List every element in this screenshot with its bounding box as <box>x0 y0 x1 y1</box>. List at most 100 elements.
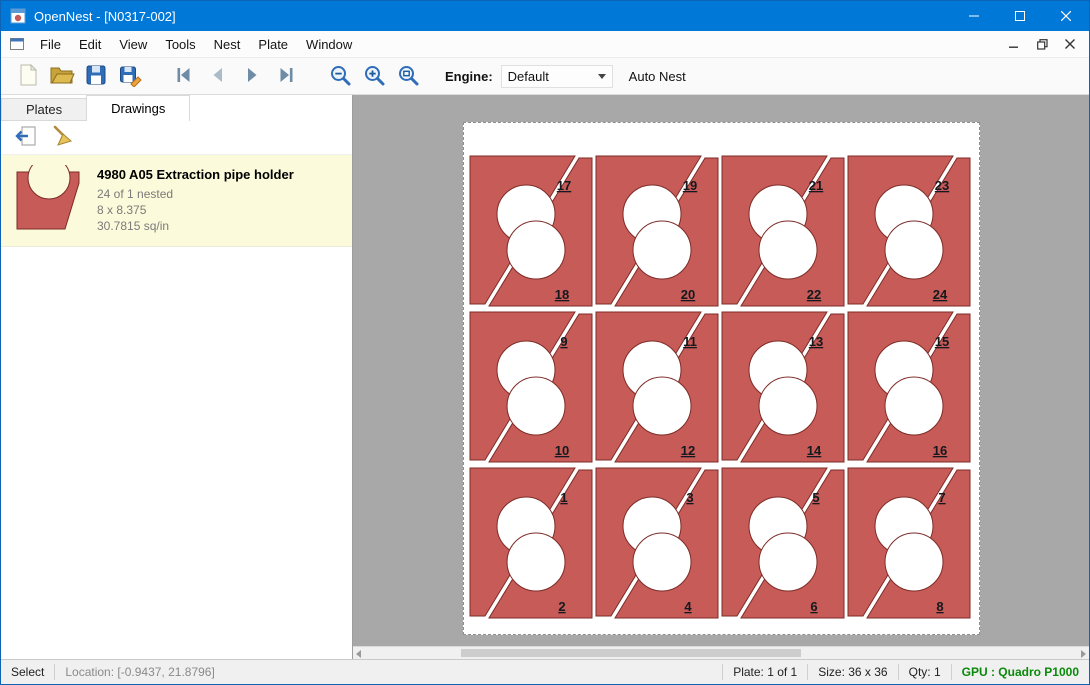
maximize-button[interactable] <box>997 1 1043 31</box>
nest-pair[interactable]: 1920 <box>596 156 718 306</box>
part-number-label: 23 <box>935 178 949 193</box>
part-number-label: 24 <box>933 287 948 302</box>
menu-bar: File Edit View Tools Nest Plate Window <box>1 31 1089 57</box>
mdi-minimize-button[interactable] <box>1001 34 1027 54</box>
first-plate-button[interactable] <box>167 61 201 91</box>
status-gpu: GPU : Quadro P1000 <box>952 665 1089 679</box>
drawing-nested-count: 24 of 1 nested <box>97 186 294 202</box>
zoom-fit-button[interactable] <box>391 61 425 91</box>
part-number-label: 4 <box>684 599 692 614</box>
nest-pair[interactable]: 13 14 <box>722 312 844 462</box>
clean-button[interactable] <box>49 125 77 151</box>
close-button[interactable] <box>1043 1 1089 31</box>
status-location: Location: [-0.9437, 21.8796] <box>55 665 224 679</box>
nest-pair[interactable]: 2122 <box>722 156 844 306</box>
main-area: Plates Drawings <box>1 95 1089 659</box>
engine-selected-value: Default <box>508 69 549 84</box>
sidebar-tabstrip: Plates Drawings <box>1 95 352 121</box>
status-plate-size: Size: 36 x 36 <box>808 665 897 679</box>
nest-pair[interactable]: 1718 <box>470 156 592 306</box>
tab-plates[interactable]: Plates <box>1 98 87 121</box>
nest-pair[interactable]: 78 <box>848 468 970 618</box>
nest-pair[interactable]: 910 <box>470 312 592 462</box>
menu-item-plate[interactable]: Plate <box>249 33 297 56</box>
pipe-hole <box>507 221 565 279</box>
plate-sheet[interactable]: 171819202122232491011121314151612345678 <box>463 122 980 635</box>
nest-pair[interactable]: 1516 <box>848 312 970 462</box>
engine-select[interactable]: Default <box>501 65 613 88</box>
menu-item-file[interactable]: File <box>31 33 70 56</box>
part-number-label: 17 <box>557 178 571 193</box>
nesting-canvas[interactable]: 171819202122232491011121314151612345678 <box>353 95 1089 659</box>
pipe-hole <box>885 377 943 435</box>
status-qty: Qty: 1 <box>899 665 951 679</box>
nest-pair[interactable]: 34 <box>596 468 718 618</box>
window-title: OpenNest - [N0317-002] <box>34 9 176 24</box>
drawing-size: 8 x 8.375 <box>97 202 294 218</box>
part-number-label: 14 <box>807 443 822 458</box>
new-file-button[interactable] <box>11 61 45 91</box>
part-number-label: 9 <box>560 334 567 349</box>
save-edit-icon <box>118 63 142 90</box>
zoom-out-icon <box>328 63 352 90</box>
open-folder-icon <box>49 64 75 89</box>
part-number-label: 3 <box>686 490 693 505</box>
zoom-out-button[interactable] <box>323 61 357 91</box>
part-number-label: 16 <box>933 443 947 458</box>
zoom-fit-icon <box>396 63 420 90</box>
save-edit-button[interactable] <box>113 61 147 91</box>
save-button[interactable] <box>79 61 113 91</box>
scroll-right-icon[interactable] <box>1081 650 1086 658</box>
pipe-hole <box>507 377 565 435</box>
drawing-area: 30.7815 sq/in <box>97 218 294 234</box>
scrollbar-thumb[interactable] <box>461 649 801 657</box>
app-icon <box>10 8 26 24</box>
drawing-list-item[interactable]: 4980 A05 Extraction pipe holder 24 of 1 … <box>1 155 352 247</box>
scroll-left-icon[interactable] <box>356 650 361 658</box>
first-arrow-icon <box>172 63 196 90</box>
pipe-hole <box>759 533 817 591</box>
open-button[interactable] <box>45 61 79 91</box>
pipe-hole <box>507 533 565 591</box>
part-number-label: 8 <box>936 599 943 614</box>
next-plate-button[interactable] <box>235 61 269 91</box>
menu-item-edit[interactable]: Edit <box>70 33 110 56</box>
import-drawing-button[interactable] <box>11 125 39 151</box>
status-bar: Select Location: [-0.9437, 21.8796] Plat… <box>1 659 1089 684</box>
pipe-hole <box>633 533 691 591</box>
engine-label: Engine: <box>445 69 493 84</box>
minimize-button[interactable] <box>951 1 997 31</box>
part-number-label: 18 <box>555 287 569 302</box>
part-number-label: 5 <box>812 490 819 505</box>
nest-plate-svg[interactable]: 171819202122232491011121314151612345678 <box>464 123 979 634</box>
auto-nest-button[interactable]: Auto Nest <box>629 69 686 84</box>
drawing-item-details: 4980 A05 Extraction pipe holder 24 of 1 … <box>97 167 294 234</box>
part-number-label: 12 <box>681 443 695 458</box>
menu-item-view[interactable]: View <box>110 33 156 56</box>
menu-item-nest[interactable]: Nest <box>205 33 250 56</box>
part-number-label: 19 <box>683 178 697 193</box>
last-plate-button[interactable] <box>269 61 303 91</box>
menu-item-tools[interactable]: Tools <box>156 33 204 56</box>
previous-arrow-icon <box>206 63 230 90</box>
nest-pair[interactable]: 56 <box>722 468 844 618</box>
part-number-label: 6 <box>810 599 817 614</box>
previous-plate-button[interactable] <box>201 61 235 91</box>
nest-pair[interactable]: 1112 <box>596 312 718 462</box>
zoom-in-button[interactable] <box>357 61 391 91</box>
mdi-restore-button[interactable] <box>1029 34 1055 54</box>
mdi-close-button[interactable] <box>1057 34 1083 54</box>
tab-drawings[interactable]: Drawings <box>86 95 190 121</box>
part-number-label: 21 <box>809 178 823 193</box>
chevron-down-icon <box>598 74 606 79</box>
pipe-hole <box>885 221 943 279</box>
nest-pair[interactable]: 12 <box>470 468 592 618</box>
app-window: OpenNest - [N0317-002] File Edit View To… <box>0 0 1090 685</box>
part-thumbnail <box>13 165 85 236</box>
nest-pair[interactable]: 23 24 <box>848 156 970 306</box>
menu-item-window[interactable]: Window <box>297 33 361 56</box>
part-number-label: 13 <box>809 334 823 349</box>
part-number-label: 7 <box>938 490 945 505</box>
horizontal-scrollbar[interactable] <box>353 646 1089 659</box>
sidebar: Plates Drawings <box>1 95 353 659</box>
